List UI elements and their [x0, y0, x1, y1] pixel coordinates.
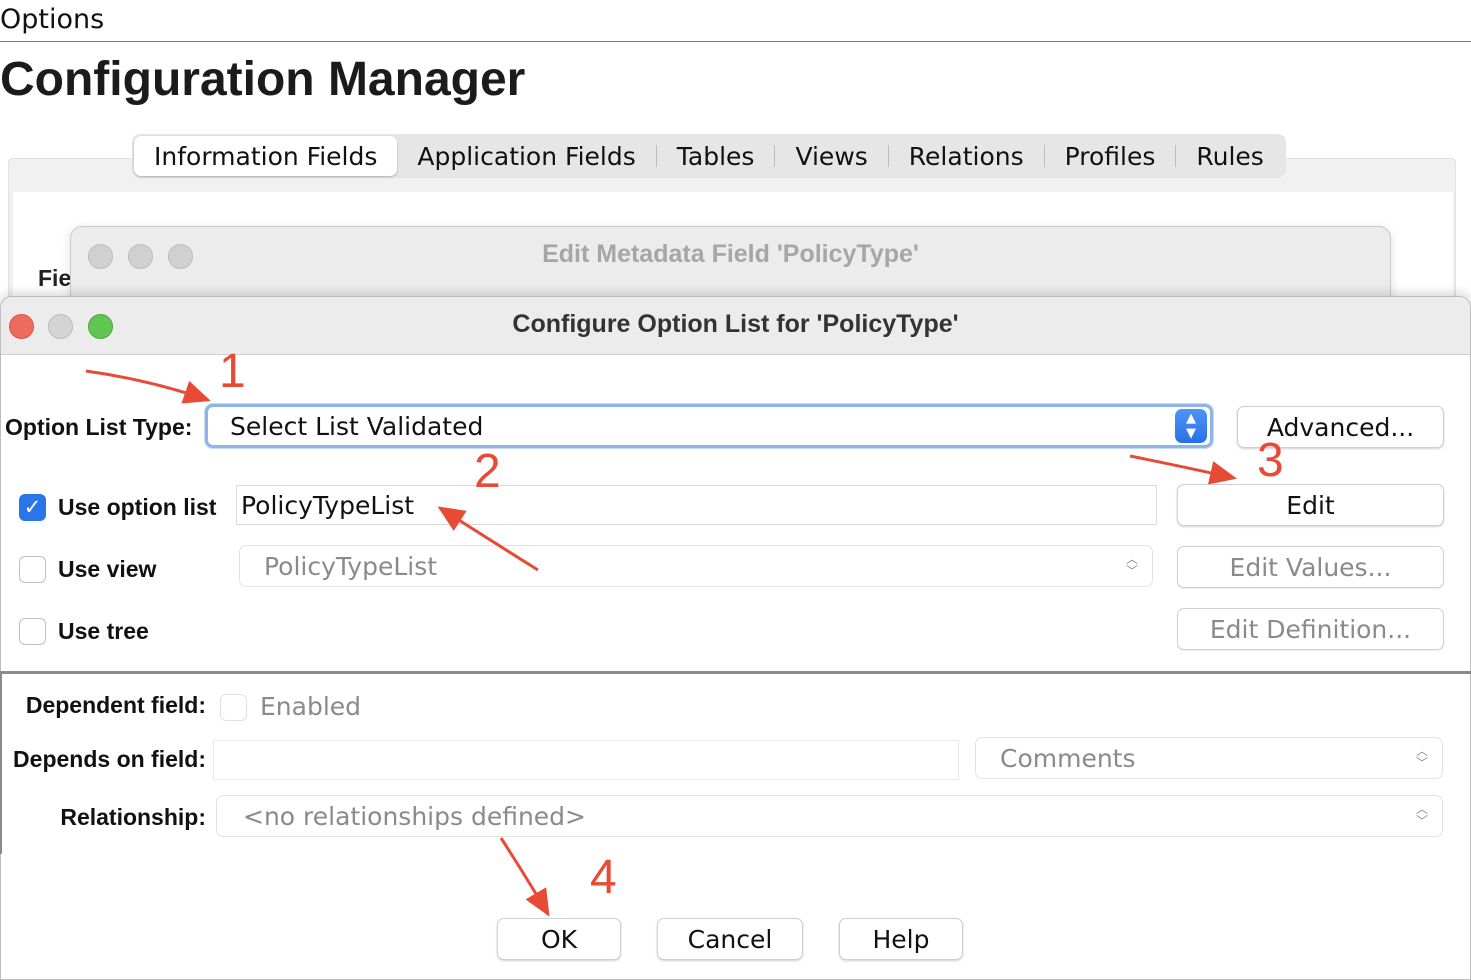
tab-bar: Information Fields Application Fields Ta…: [132, 134, 1286, 178]
tab-tables[interactable]: Tables: [657, 136, 775, 176]
option-list-type-value: Select List Validated: [230, 412, 484, 441]
dialog-title: Configure Option List for 'PolicyType': [512, 310, 959, 338]
relationship-select[interactable]: <no relationships defined> ︿ ﹀: [216, 795, 1443, 837]
tab-views[interactable]: Views: [775, 136, 887, 176]
use-view-checkbox[interactable]: [19, 556, 46, 583]
depends-on-field-select-value: Comments: [1000, 743, 1136, 773]
relationship-select-value: <no relationships defined>: [243, 801, 586, 831]
annotation-step-2: 2: [474, 445, 501, 498]
relationship-label: Relationship:: [60, 804, 206, 830]
annotation-step-4: 4: [590, 851, 617, 904]
tab-information-fields[interactable]: Information Fields: [134, 136, 398, 176]
edit-definition-button[interactable]: Edit Definition...: [1177, 608, 1444, 650]
edit-button[interactable]: Edit: [1177, 484, 1444, 526]
option-list-name-field[interactable]: PolicyTypeList: [236, 485, 1157, 525]
tab-rules[interactable]: Rules: [1176, 136, 1283, 176]
use-option-list-label: Use option list: [58, 494, 217, 520]
dependent-field-label: Dependent field:: [25, 692, 206, 718]
dependent-enabled-checkbox[interactable]: [220, 694, 247, 721]
use-option-list-checkbox[interactable]: ✓: [19, 494, 46, 521]
app-title: Configuration Manager: [0, 53, 526, 106]
ok-button[interactable]: OK: [497, 918, 621, 960]
view-select-value: PolicyTypeList: [264, 551, 438, 581]
fields-label-partial: Fie: [38, 265, 72, 291]
up-down-chevron-icon: ︿ ﹀: [1415, 802, 1428, 828]
checkmark-icon: ✓: [23, 495, 42, 519]
use-view-label: Use view: [58, 556, 157, 582]
tab-application-fields[interactable]: Application Fields: [397, 136, 655, 176]
section-divider: [0, 671, 1471, 674]
annotation-step-3: 3: [1257, 434, 1284, 487]
edit-values-button[interactable]: Edit Values...: [1177, 546, 1444, 588]
up-down-chevron-icon: ▲ ▼: [1175, 409, 1207, 443]
tab-profiles[interactable]: Profiles: [1045, 136, 1176, 176]
option-list-type-label: Option List Type:: [5, 414, 193, 440]
depends-on-field-select[interactable]: Comments ︿ ﹀: [975, 737, 1443, 779]
dependent-enabled-label: Enabled: [260, 692, 362, 721]
title-divider: [0, 41, 1471, 42]
up-down-chevron-icon: ︿ ﹀: [1125, 552, 1138, 578]
depends-on-field-label: Depends on field:: [13, 746, 206, 772]
up-down-chevron-icon: ︿ ﹀: [1415, 744, 1428, 770]
help-button[interactable]: Help: [839, 918, 963, 960]
view-select[interactable]: PolicyTypeList ︿ ﹀: [239, 545, 1153, 587]
use-tree-checkbox[interactable]: [19, 618, 46, 645]
tab-relations[interactable]: Relations: [889, 136, 1044, 176]
options-menu-title: Options: [0, 4, 105, 35]
edit-metadata-window: Edit Metadata Field 'PolicyType': [70, 226, 1391, 306]
depends-on-field-input[interactable]: [213, 740, 959, 780]
section-border: [0, 674, 2, 854]
annotation-step-1: 1: [219, 345, 246, 398]
edit-metadata-window-title: Edit Metadata Field 'PolicyType': [542, 240, 919, 268]
cancel-button[interactable]: Cancel: [657, 918, 803, 960]
use-tree-label: Use tree: [58, 618, 149, 644]
option-list-type-select[interactable]: Select List Validated ▲ ▼: [205, 404, 1213, 448]
